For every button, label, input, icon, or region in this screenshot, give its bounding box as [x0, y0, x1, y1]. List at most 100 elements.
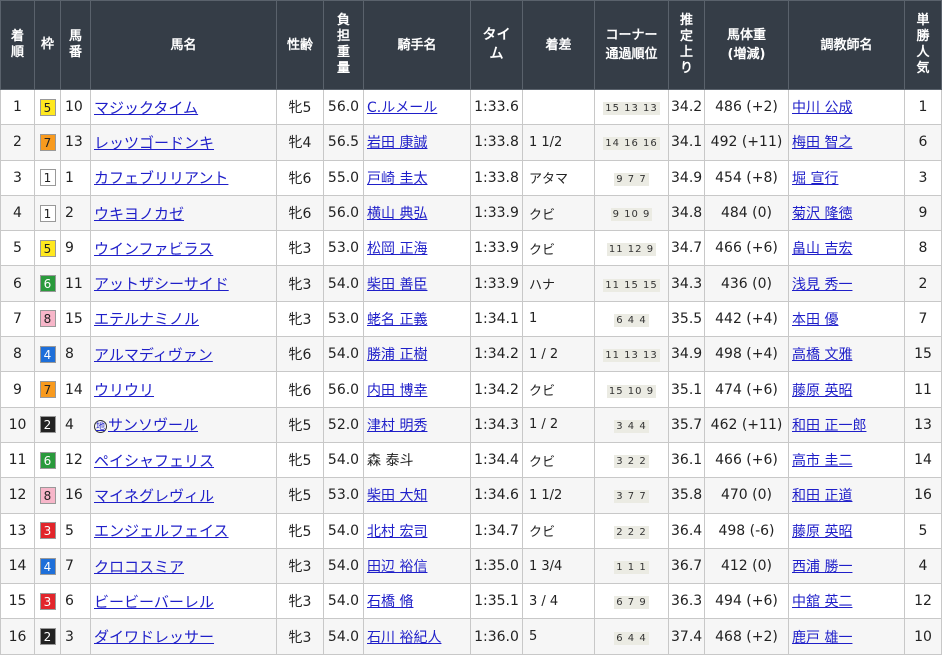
- jockey-cell: 横山 典弘: [363, 194, 471, 232]
- popularity-cell: 13: [904, 406, 942, 443]
- horse-name-link[interactable]: ビービーバーレル: [94, 593, 214, 611]
- margin-cell: 5: [522, 618, 595, 655]
- corner-cell: 6 7 9: [594, 583, 669, 620]
- horse-name-link[interactable]: エテルナミノル: [94, 310, 199, 328]
- horse-name-link[interactable]: ダイワドレッサー: [94, 628, 214, 646]
- col-num-header: 馬番: [60, 0, 91, 90]
- jockey-link[interactable]: 内田 博幸: [367, 383, 427, 399]
- horse-name-link[interactable]: サンソヴール: [108, 416, 198, 434]
- rank-cell: 7: [0, 300, 35, 338]
- horse-name-link[interactable]: ウリウリ: [94, 381, 154, 399]
- sex-age-cell: 牝3: [276, 547, 324, 585]
- horse-name-link[interactable]: ペイシャフェリス: [94, 452, 214, 470]
- horse-number-cell: 6: [60, 583, 91, 620]
- weight-cell: 54.0: [323, 547, 364, 585]
- jockey-link[interactable]: C.ルメール: [367, 100, 437, 116]
- jockey-link[interactable]: 勝浦 正樹: [367, 347, 427, 363]
- waku-cell: 7: [34, 124, 61, 161]
- popularity-cell: 3: [904, 159, 942, 196]
- trainer-link[interactable]: 堀 宣行: [792, 171, 838, 187]
- horse-name-link[interactable]: アルマディヴァン: [94, 346, 213, 364]
- trainer-link[interactable]: 鹿戸 雄一: [792, 630, 852, 646]
- margin-cell: アタマ: [522, 159, 595, 196]
- waku-badge: 8: [39, 310, 56, 328]
- horse-name-link[interactable]: ウキヨノカゼ: [94, 205, 184, 223]
- trainer-link[interactable]: 高市 圭二: [792, 453, 852, 469]
- corner-positions: 2 2 2: [614, 525, 649, 539]
- trainer-cell: 中舘 英二: [788, 583, 905, 620]
- jockey-name: 森 泰斗: [367, 453, 414, 470]
- jockey-link[interactable]: 蛯名 正義: [367, 312, 427, 328]
- horse-name-link[interactable]: クロコスミア: [94, 558, 184, 576]
- trainer-link[interactable]: 藤原 英昭: [792, 524, 852, 540]
- horse-name-link[interactable]: ウインファビラス: [94, 240, 213, 258]
- body-weight-cell: 442 (+4): [704, 300, 789, 338]
- horse-name-link[interactable]: マイネグレヴィル: [94, 487, 214, 505]
- trainer-link[interactable]: 梅田 智之: [792, 135, 852, 151]
- weight-cell: 54.0: [323, 512, 364, 549]
- trainer-link[interactable]: 西浦 勝一: [792, 559, 852, 575]
- jockey-link[interactable]: 柴田 大知: [367, 488, 427, 504]
- table-row: 9 7 14 ウリウリ 牝6 56.0 内田 博幸 1:34.2 クビ 15 10 9 35.1 47…: [0, 371, 942, 408]
- jockey-link[interactable]: 石橋 脩: [367, 594, 413, 610]
- jockey-link[interactable]: 北村 宏司: [367, 524, 427, 540]
- table-row: 7 8 15 エテルナミノル 牝3 53.0 蛯名 正義 1:34.1 1 6 4 4 35.5 44…: [0, 300, 942, 338]
- jockey-link[interactable]: 岩田 康誠: [367, 135, 427, 151]
- horse-name-cell: アルマディヴァン: [90, 336, 277, 373]
- jockey-link[interactable]: 戸崎 圭太: [367, 171, 427, 187]
- corner-positions: 15 10 9: [606, 384, 657, 398]
- last3f-cell: 36.7: [668, 547, 705, 585]
- horse-name-link[interactable]: アットザシーサイド: [94, 275, 229, 293]
- trainer-cell: 浅見 秀一: [788, 265, 905, 302]
- horse-name-link[interactable]: カフェブリリアント: [94, 169, 228, 187]
- sex-age-cell: 牝5: [276, 477, 324, 514]
- horse-name-link[interactable]: レッツゴードンキ: [94, 134, 214, 152]
- table-row: 15 3 6 ビービーバーレル 牝3 54.0 石橋 脩 1:35.1 3 / 4 6 7 9 36…: [0, 583, 942, 620]
- trainer-link[interactable]: 中舘 英二: [792, 594, 852, 610]
- body-weight-cell: 436 (0): [704, 265, 789, 302]
- jockey-cell: 蛯名 正義: [363, 300, 471, 338]
- trainer-link[interactable]: 和田 正道: [792, 488, 852, 504]
- trainer-link[interactable]: 中川 公成: [792, 100, 852, 116]
- trainer-link[interactable]: 菊沢 隆徳: [792, 206, 852, 222]
- horse-name-link[interactable]: エンジェルフェイス: [94, 522, 229, 540]
- jockey-link[interactable]: 田辺 裕信: [367, 559, 427, 575]
- horse-name-cell: ウキヨノカゼ: [90, 194, 277, 232]
- trainer-link[interactable]: 藤原 英昭: [792, 383, 852, 399]
- margin-cell: クビ: [522, 512, 595, 549]
- jockey-link[interactable]: 石川 裕紀人: [367, 630, 441, 646]
- jockey-link[interactable]: 津村 明秀: [367, 418, 427, 434]
- corner-positions: 9 7 7: [614, 172, 649, 186]
- horse-name-link[interactable]: マジックタイム: [94, 99, 198, 117]
- last3f-cell: 35.7: [668, 406, 705, 443]
- rank-cell: 14: [0, 547, 35, 585]
- time-cell: 1:33.9: [470, 230, 523, 267]
- popularity-cell: 11: [904, 371, 942, 408]
- waku-badge: 1: [39, 169, 56, 187]
- trainer-link[interactable]: 本田 優: [792, 312, 838, 328]
- trainer-link[interactable]: 浅見 秀一: [792, 277, 852, 293]
- rank-cell: 6: [0, 265, 35, 302]
- jockey-link[interactable]: 松岡 正海: [367, 241, 427, 257]
- col-last3f-header: 推定上り: [668, 0, 705, 90]
- popularity-cell: 8: [904, 230, 942, 267]
- jockey-link[interactable]: 横山 典弘: [367, 206, 427, 222]
- last3f-cell: 35.5: [668, 300, 705, 338]
- jockey-link[interactable]: 柴田 善臣: [367, 277, 427, 293]
- last3f-cell: 34.8: [668, 194, 705, 232]
- corner-cell: 6 4 4: [594, 300, 669, 338]
- sex-age-cell: 牝3: [276, 583, 324, 620]
- jockey-cell: 柴田 善臣: [363, 265, 471, 302]
- trainer-link[interactable]: 畠山 吉宏: [792, 241, 852, 257]
- corner-positions: 15 13 13: [603, 102, 660, 116]
- waku-cell: 8: [34, 300, 61, 338]
- waku-badge: 2: [39, 628, 56, 646]
- trainer-link[interactable]: 和田 正一郎: [792, 418, 866, 434]
- time-cell: 1:33.8: [470, 159, 523, 196]
- sex-age-cell: 牝6: [276, 371, 324, 408]
- popularity-cell: 7: [904, 300, 942, 338]
- time-cell: 1:35.0: [470, 547, 523, 585]
- jockey-cell: 勝浦 正樹: [363, 336, 471, 373]
- corner-positions: 14 16 16: [603, 137, 660, 151]
- trainer-link[interactable]: 高橋 文雅: [792, 347, 852, 363]
